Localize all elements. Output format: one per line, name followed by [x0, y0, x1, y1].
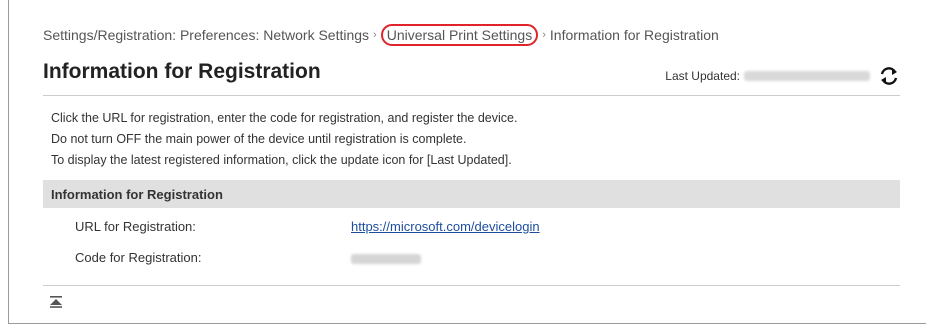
breadcrumb-current: Information for Registration — [549, 27, 719, 43]
breadcrumb: Settings/Registration: Preferences: Netw… — [43, 24, 719, 46]
section-header: Information for Registration — [43, 180, 900, 208]
url-value: https://microsoft.com/devicelogin — [351, 219, 540, 234]
last-updated-value-redacted — [744, 71, 870, 81]
page-title: Information for Registration — [43, 60, 321, 83]
breadcrumb-network-settings[interactable]: Settings/Registration: Preferences: Netw… — [43, 27, 369, 43]
description-line: Do not turn OFF the main power of the de… — [51, 132, 467, 146]
back-to-top-icon[interactable] — [49, 296, 63, 308]
description-line: To display the latest registered informa… — [51, 153, 512, 167]
code-label: Code for Registration: — [75, 250, 202, 265]
code-value — [351, 250, 421, 265]
description: Click the URL for registration, enter th… — [51, 108, 517, 171]
last-updated-label: Last Updated: — [665, 69, 740, 83]
breadcrumb-separator: › — [542, 29, 546, 41]
registration-code-redacted — [351, 253, 421, 264]
breadcrumb-separator: › — [373, 29, 377, 41]
description-line: Click the URL for registration, enter th… — [51, 111, 518, 125]
registration-url-link[interactable]: https://microsoft.com/devicelogin — [351, 219, 540, 234]
divider — [43, 95, 900, 96]
last-updated: Last Updated: — [665, 66, 900, 86]
breadcrumb-universal-print-settings[interactable]: Universal Print Settings — [380, 24, 539, 46]
divider — [43, 285, 900, 286]
refresh-icon[interactable] — [878, 66, 900, 86]
content-frame: Settings/Registration: Preferences: Netw… — [8, 0, 926, 324]
url-label: URL for Registration: — [75, 219, 196, 234]
